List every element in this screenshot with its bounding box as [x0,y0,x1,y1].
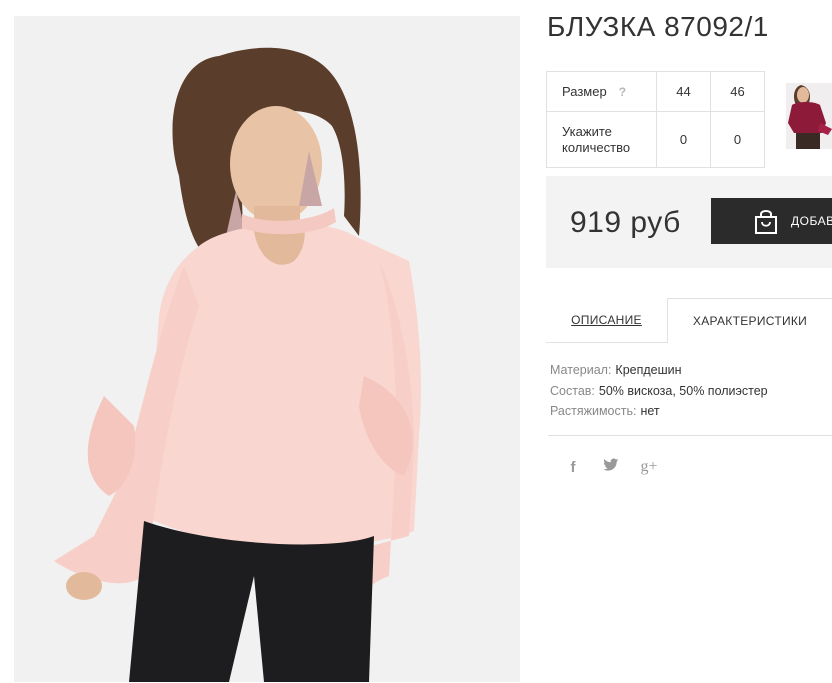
characteristic-key: Растяжимость: [550,404,637,418]
product-thumbnail-icon [786,83,832,149]
quantity-label-cell: Укажите количество [546,111,657,168]
characteristics-list: Материал: Крепдешин Состав: 50% вискоза, 5… [550,360,768,422]
characteristic-row: Растяжимость: нет [550,401,768,422]
price-panel: 919 руб ДОБАВ [546,176,832,268]
divider [548,435,832,436]
product-title: БЛУЗКА 87092/1 [547,11,769,42]
quantity-input-44[interactable]: 0 [656,111,711,168]
color-thumbnail[interactable] [786,83,832,149]
facebook-icon[interactable]: f [564,459,582,476]
characteristic-key: Состав: [550,383,595,398]
add-to-cart-button[interactable]: ДОБАВ [711,198,832,244]
product-tabs: ОПИСАНИЕ ХАРАКТЕРИСТИКИ [546,298,832,343]
size-help-icon[interactable]: ? [619,85,626,99]
twitter-bird-icon [603,458,619,471]
characteristic-key: Материал: [550,363,612,377]
product-price: 919 руб [570,206,681,239]
characteristic-row: Материал: Крепдешин [550,360,768,381]
characteristic-row: Состав: 50% вискоза, 50% полиэстер [550,381,768,402]
quantity-label-line2: количество [562,139,631,155]
product-image[interactable] [14,16,520,682]
twitter-icon[interactable] [602,458,620,476]
size-label-cell: Размер? [546,71,657,112]
size-table: Размер? 44 46 Укажите количество 0 0 [546,71,765,168]
size-label: Размер [562,84,607,99]
tab-characteristics[interactable]: ХАРАКТЕРИСТИКИ [667,298,832,343]
characteristic-value: Крепдешин [615,363,682,377]
google-plus-icon[interactable]: g+ [640,458,658,476]
size-option-44[interactable]: 44 [656,71,711,112]
social-share: f g+ [564,458,658,476]
tab-description[interactable]: ОПИСАНИЕ [546,298,667,343]
product-photo-icon [14,16,520,682]
quantity-input-46[interactable]: 0 [710,111,765,168]
size-option-46[interactable]: 46 [710,71,765,112]
add-to-cart-label: ДОБАВ [791,214,832,228]
characteristic-value: нет [640,404,660,418]
quantity-label-line1: Укажите [562,123,612,139]
characteristic-value: 50% вискоза, 50% полиэстер [598,383,768,398]
shopping-bag-icon [755,210,777,234]
